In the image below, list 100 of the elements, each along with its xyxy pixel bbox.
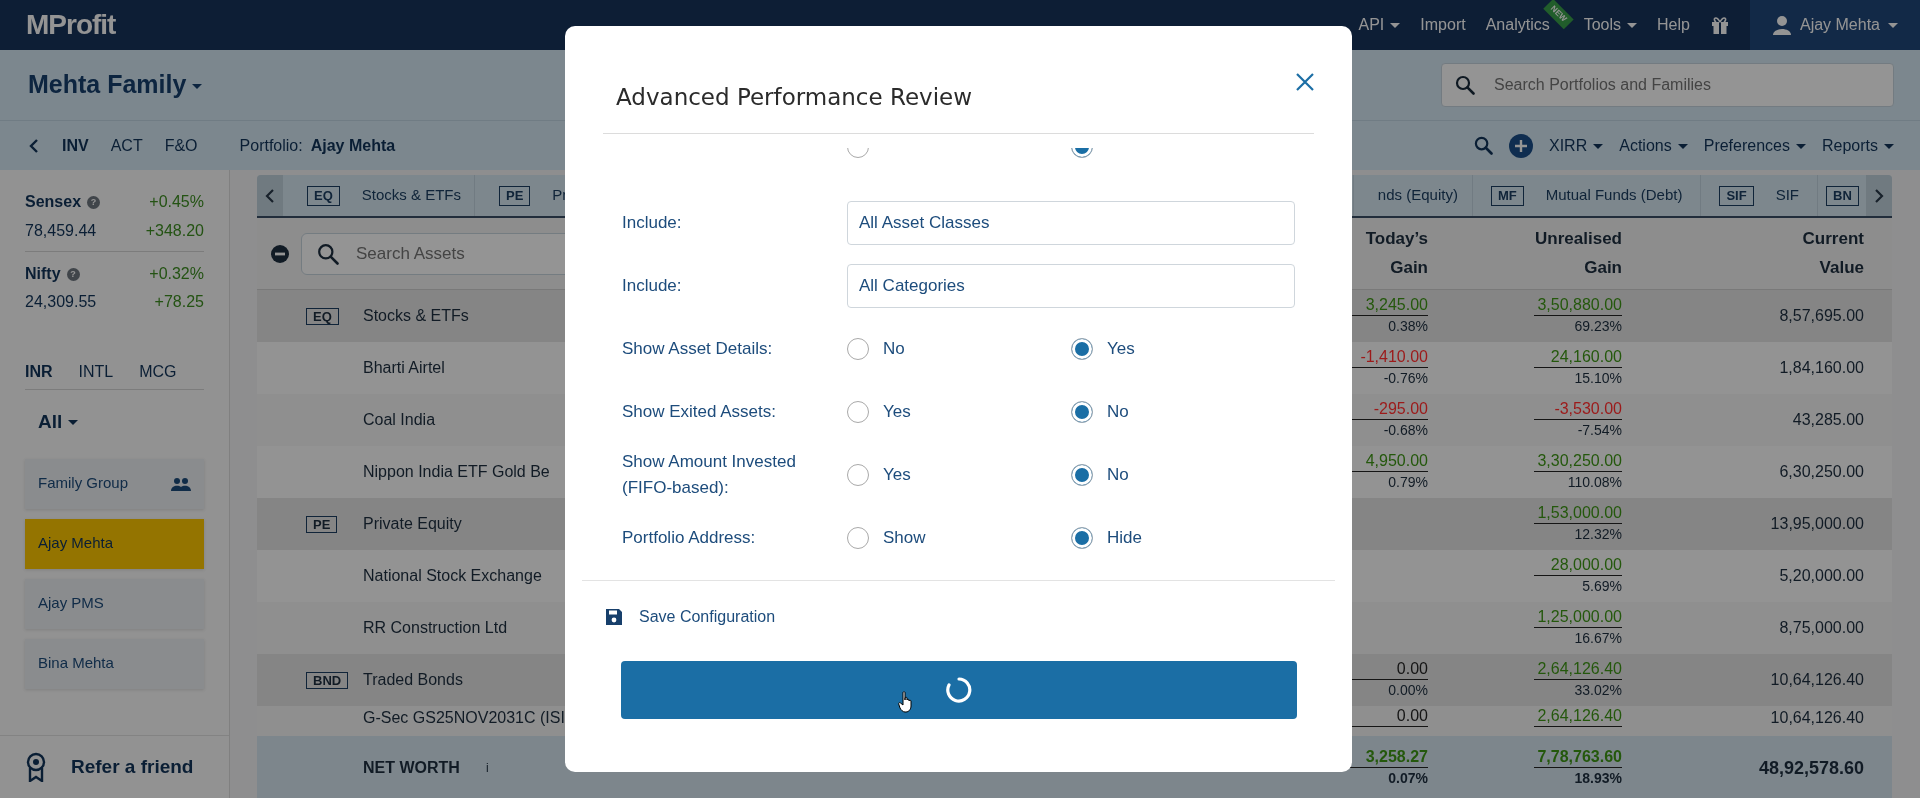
gain-value: 3,30,250.00 [1534,451,1622,473]
asset-class-tab[interactable]: EQ Stocks & ETFs [283,175,475,216]
index-change-percent: +0.32% [149,264,204,284]
radio-button[interactable] [1071,338,1093,360]
menu-dropdown[interactable]: Preferences [1703,133,1806,158]
gain-percent: 110.08% [1567,473,1622,493]
asset-class-tab[interactable]: BN [1818,175,1866,216]
radio-button[interactable] [847,527,869,549]
current-value: 43,285.00 [1792,410,1864,430]
help-icon[interactable]: ? [66,268,80,282]
refer-link[interactable]: Refer a friend [71,752,194,782]
scroll-left-button[interactable] [257,175,283,216]
asset-code-badge: BN [1826,185,1859,206]
ribbon-icon [25,752,47,782]
back-icon[interactable] [28,137,40,154]
search-icon [1455,75,1475,95]
search-icon [317,242,339,265]
select-field[interactable]: All Categories [847,264,1295,308]
view-tab[interactable]: ACT [110,133,143,158]
gift-icon[interactable] [1709,15,1730,35]
gain-percent: 18.93% [1574,769,1622,789]
tab-label: Mutual Funds (Debt) [1545,185,1683,206]
radio-label: Hide [1107,527,1142,550]
nav-link[interactable]: Help [1657,13,1690,37]
radio-button[interactable] [847,464,869,486]
caret-icon [1677,143,1688,149]
view-tab[interactable]: INV [62,133,89,158]
asset-name[interactable]: National Stock Exchange [363,564,542,588]
chevron-left-icon [265,187,275,204]
submit-button[interactable] [620,660,1297,719]
radio-button[interactable] [847,401,869,423]
dialog-title: Advanced Performance Review [616,83,973,112]
loading-spinner-icon [944,675,973,704]
asset-class-tab[interactable]: nds (Equity) [1353,175,1473,216]
asset-code-badge: PE [306,516,338,533]
asset-name[interactable]: G-Sec GS25NOV2031C (ISI [363,706,565,730]
caret-icon [1795,143,1806,149]
search-icon [1474,136,1493,155]
close-icon[interactable] [1295,72,1315,92]
column-header[interactable]: Unrealised Gain [1535,224,1622,283]
gain-value: 24,160.00 [1534,347,1622,369]
radio-button[interactable] [847,338,869,360]
chevron-right-icon [1874,187,1884,204]
select-field[interactable]: All Asset Classes [847,201,1295,245]
currency-tab[interactable]: MCG [139,359,177,384]
portfolio-item[interactable]: Bina Mehta [25,638,204,689]
asset-name[interactable]: Nippon India ETF Gold Be [363,460,550,484]
tab-label: Stocks & ETFs [361,185,461,206]
portfolio-item[interactable]: Ajay PMS [25,578,204,629]
save-configuration-link[interactable]: Save Configuration [639,604,776,629]
radio-button[interactable] [1071,527,1093,549]
current-value: 5,20,000.00 [1779,566,1864,586]
asset-class-tab[interactable]: MF Mutual Funds (Debt) [1472,175,1702,216]
nav-link[interactable]: Tools [1583,13,1622,37]
gain-value: 3,50,880.00 [1534,295,1622,317]
nav-link[interactable]: Import [1420,13,1466,37]
field-label: Show Amount Invested (FIFO-based): [622,450,797,499]
gain-value: 28,000.00 [1534,555,1622,577]
menu-dropdown[interactable]: Actions [1619,133,1688,158]
add-icon[interactable] [1509,133,1533,158]
group-name: Private Equity [363,514,462,534]
asset-name[interactable]: Coal India [363,408,436,432]
asset-class-tab[interactable]: SIF SIF [1701,175,1818,216]
gain-value: 7,78,763.60 [1534,747,1622,769]
info-icon[interactable]: i [485,759,489,777]
collapse-icon[interactable] [271,244,289,263]
currency-tab[interactable]: INR [25,359,53,384]
gain-percent: 15.10% [1574,369,1622,389]
radio-button[interactable] [1071,401,1093,423]
portfolio-item[interactable]: Family Group [25,458,204,509]
gain-percent: 0.38% [1388,317,1428,337]
menu-dropdown[interactable]: XIRR [1549,133,1604,158]
nav-link[interactable]: API [1358,13,1385,37]
field-label: Include: [622,274,683,297]
save-icon[interactable] [605,607,623,626]
filter-dropdown[interactable]: All [38,408,79,437]
column-header[interactable]: Today’s Gain [1365,224,1428,283]
user-icon [1771,15,1792,35]
asset-name[interactable]: Bharti Airtel [363,356,445,380]
portfolio-item[interactable]: Ajay Mehta [25,518,204,569]
current-value: 48,92,578.60 [1758,756,1864,780]
help-icon[interactable]: ? [87,196,101,210]
index-change: +348.20 [145,220,204,241]
gain-percent: -0.76% [1383,369,1428,389]
radio-button[interactable] [1071,464,1093,486]
family-selector[interactable]: Mehta Family [28,66,203,104]
currency-tab[interactable]: INTL [78,359,114,384]
group-name: Stocks & ETFs [363,306,469,326]
radio-label: Yes [883,401,911,424]
column-header[interactable]: Current Value [1802,224,1864,283]
global-search-field[interactable]: Search Portfolios and Families [1441,63,1894,107]
view-tab[interactable]: F&O [164,133,198,158]
asset-code-badge: BND [306,672,349,689]
app-logo[interactable]: MProfit [26,4,116,46]
menu-dropdown[interactable]: Reports [1821,133,1894,158]
radio-label: Yes [883,464,911,487]
current-value: 8,75,000.00 [1779,618,1864,638]
asset-name[interactable]: RR Construction Ltd [363,616,508,640]
portfolio-label: Portfolio: [239,135,303,156]
scroll-right-button[interactable] [1866,175,1892,216]
